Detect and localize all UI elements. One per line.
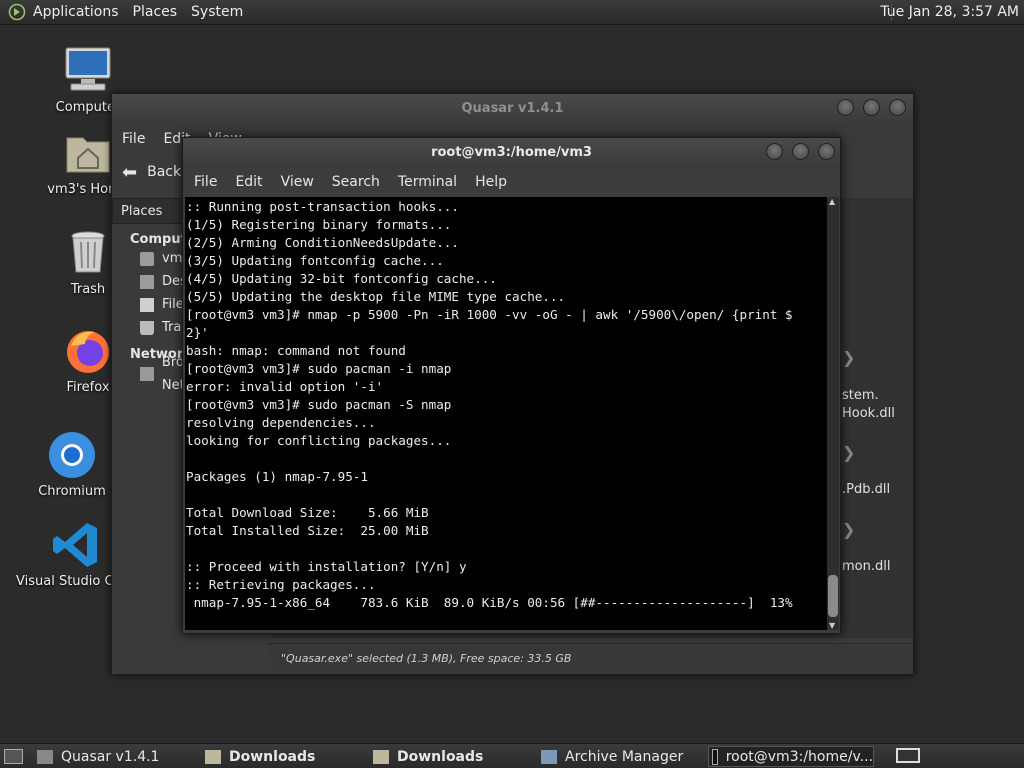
terminal-scrollbar[interactable]: ▲ ▼	[827, 197, 839, 630]
scroll-up-icon[interactable]: ▲	[829, 197, 835, 206]
maximize-button[interactable]	[863, 99, 880, 116]
terminal-menu-view[interactable]: View	[281, 174, 314, 190]
menu-file[interactable]: File	[122, 131, 145, 147]
network-icon	[140, 366, 154, 381]
vscode-icon	[51, 520, 101, 570]
file-item[interactable]: stem.	[842, 388, 879, 403]
terminal-menu-edit[interactable]: Edit	[235, 174, 262, 190]
desktop-icon-chromium[interactable]: Chromium	[22, 430, 122, 499]
top-panel: Applications Places System Tue Jan 28, 3…	[0, 0, 1024, 25]
back-button[interactable]: Back	[147, 164, 181, 180]
task-quasar[interactable]: Quasar v1.4.1	[37, 746, 197, 767]
window-icon	[37, 749, 53, 764]
task-downloads-2[interactable]: Downloads	[373, 746, 533, 767]
firefox-icon	[63, 326, 113, 376]
terminal-close-button[interactable]	[818, 143, 835, 160]
task-terminal[interactable]: root@vm3:/home/v...	[708, 746, 874, 767]
applications-menu[interactable]: Applications	[33, 4, 119, 20]
status-bar: "Quasar.exe" selected (1.3 MB), Free spa…	[267, 643, 913, 674]
folder-icon	[373, 749, 389, 764]
places-menu[interactable]: Places	[133, 4, 178, 20]
distro-logo-icon[interactable]	[7, 2, 27, 22]
chromium-icon	[47, 430, 97, 480]
terminal-menu-search[interactable]: Search	[332, 174, 380, 190]
terminal-menubar: File Edit View Search Terminal Help	[183, 168, 840, 196]
drive-icon	[140, 297, 154, 312]
back-arrow-icon[interactable]: ⬅	[122, 162, 137, 183]
terminal-menu-file[interactable]: File	[194, 174, 217, 190]
minimize-button[interactable]	[837, 99, 854, 116]
terminal-menu-help[interactable]: Help	[475, 174, 507, 190]
terminal-output[interactable]: :: Running post-transaction hooks... (1/…	[185, 197, 827, 630]
file-manager-titlebar[interactable]: Quasar v1.4.1	[112, 94, 913, 124]
task-archive-manager[interactable]: Archive Manager	[541, 746, 701, 767]
desktop-icon	[140, 274, 154, 289]
close-button[interactable]	[889, 99, 906, 116]
workspace-switcher-icon[interactable]	[896, 748, 920, 763]
home-icon	[140, 251, 154, 266]
folder-icon	[205, 749, 221, 764]
chevron-right-icon[interactable]: ❯	[842, 443, 855, 462]
terminal-icon	[712, 748, 718, 765]
system-menu[interactable]: System	[191, 4, 243, 20]
terminal-titlebar[interactable]: root@vm3:/home/vm3	[183, 138, 840, 168]
scroll-down-icon[interactable]: ▼	[829, 621, 835, 630]
home-folder-icon	[63, 128, 113, 178]
file-item[interactable]: Hook.dll	[842, 406, 895, 421]
computer-icon	[63, 46, 113, 96]
terminal-minimize-button[interactable]	[766, 143, 783, 160]
terminal-text: :: Running post-transaction hooks... (1/…	[186, 199, 793, 610]
task-downloads-1[interactable]: Downloads	[205, 746, 365, 767]
terminal-menu-terminal[interactable]: Terminal	[398, 174, 457, 190]
chevron-right-icon[interactable]: ❯	[842, 520, 855, 539]
taskbar: Quasar v1.4.1 Downloads Downloads Archiv…	[0, 743, 1024, 768]
scrollbar-thumb[interactable]	[828, 575, 838, 617]
file-item[interactable]: .Pdb.dll	[842, 482, 890, 497]
trash-icon	[63, 228, 113, 278]
show-desktop-icon[interactable]	[4, 749, 23, 764]
terminal-maximize-button[interactable]	[792, 143, 809, 160]
archive-icon	[541, 749, 557, 764]
file-item[interactable]: mon.dll	[842, 559, 890, 574]
trash-small-icon	[140, 320, 154, 335]
chevron-right-icon[interactable]: ❯	[842, 348, 855, 367]
clock[interactable]: Tue Jan 28, 3:57 AM	[880, 4, 1019, 20]
desktop-icon-label: Chromium	[38, 484, 106, 499]
terminal-window[interactable]: root@vm3:/home/vm3 File Edit View Search…	[182, 137, 841, 634]
